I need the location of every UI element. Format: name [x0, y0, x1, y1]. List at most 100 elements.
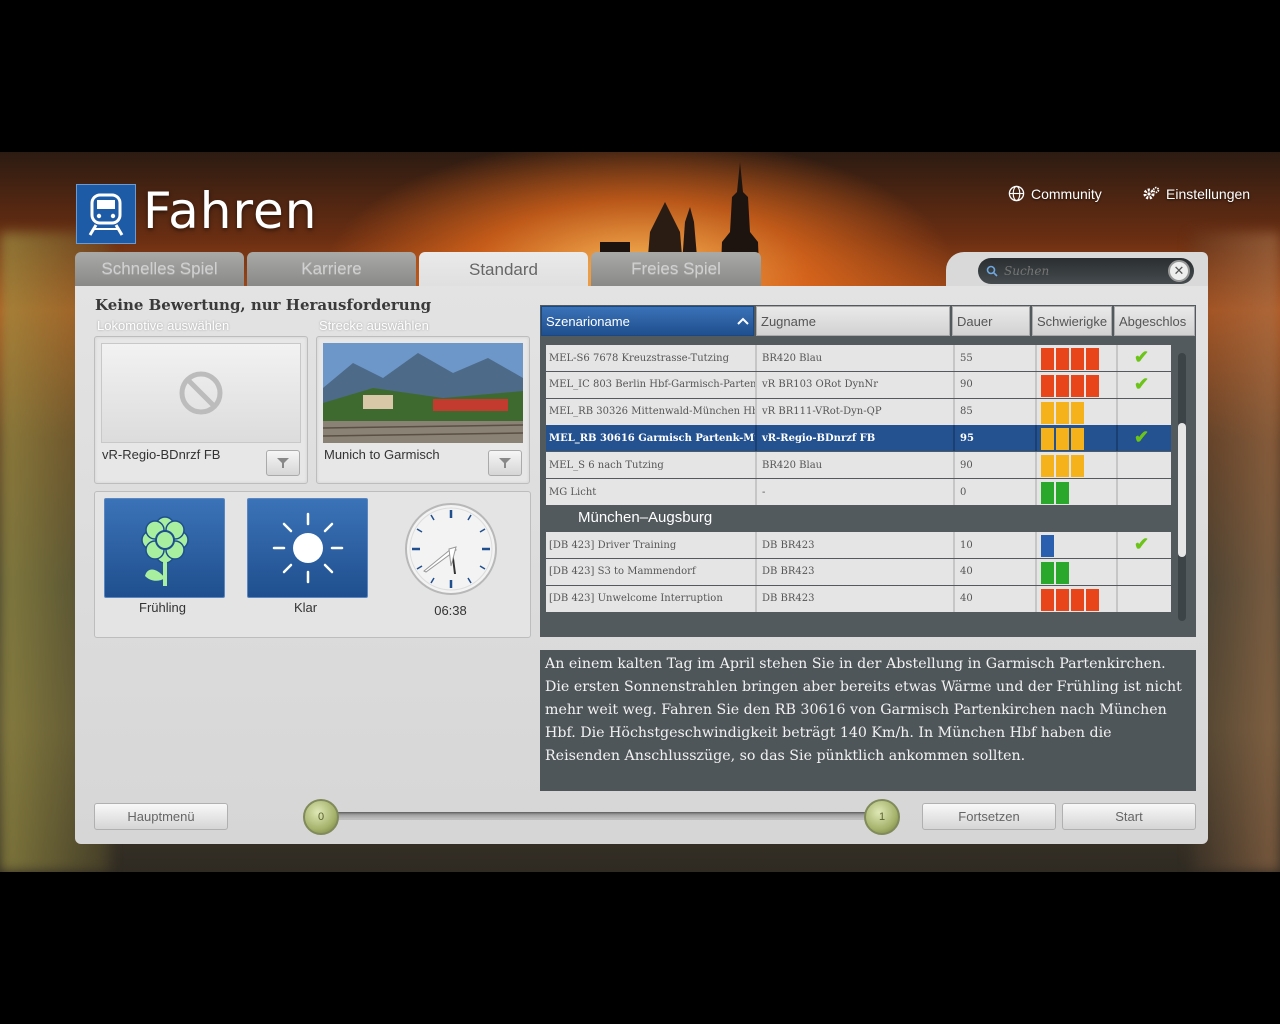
- slider-knob-max[interactable]: 1: [864, 799, 900, 835]
- cell-duration: 95: [957, 425, 1037, 452]
- tab-schnelles-spiel[interactable]: Schnelles Spiel: [75, 252, 244, 286]
- cell-train-name: DB BR423: [759, 585, 955, 612]
- globe-icon: [1008, 185, 1025, 202]
- cell-duration: 90: [957, 371, 1037, 398]
- route-selector[interactable]: Munich to Garmisch: [316, 336, 530, 484]
- main-menu-button[interactable]: Hauptmenü: [94, 803, 228, 830]
- filter-icon: [499, 458, 511, 468]
- table-row[interactable]: [DB 423] Driver Training DB BR423 10 ✔: [546, 532, 1171, 558]
- cell-duration: 0: [957, 479, 1037, 505]
- checkmark-icon: ✔: [1134, 427, 1150, 449]
- column-header-scenario[interactable]: Szenarioname: [541, 306, 754, 336]
- cell-duration: 85: [957, 398, 1037, 425]
- cell-difficulty: [1039, 585, 1118, 612]
- table-scrollbar[interactable]: [1178, 353, 1186, 621]
- continue-button[interactable]: Fortsetzen: [922, 803, 1056, 830]
- tab-standard[interactable]: Standard: [419, 252, 588, 288]
- cell-duration: 40: [957, 558, 1037, 585]
- cell-completed: [1120, 586, 1171, 612]
- difficulty-bar: [1056, 588, 1069, 611]
- cell-completed: ✔: [1120, 532, 1171, 558]
- difficulty-bar: [1056, 455, 1069, 478]
- section-heading: Keine Bewertung, nur Herausforderung: [95, 296, 432, 314]
- cell-train-name: -: [759, 479, 955, 505]
- table-row[interactable]: MEL_S 6 nach Tutzing BR420 Blau 90: [546, 452, 1171, 479]
- route-name: Munich to Garmisch: [324, 447, 440, 462]
- table-row[interactable]: [DB 423] S3 to Mammendorf DB BR423 40: [546, 558, 1171, 585]
- cell-difficulty: [1039, 425, 1118, 452]
- cell-difficulty: [1039, 479, 1118, 505]
- table-row[interactable]: MG Licht -0: [546, 479, 1171, 505]
- search-input[interactable]: [1004, 264, 1164, 278]
- gear-icon: [1143, 186, 1160, 200]
- scenario-description: An einem kalten Tag im April stehen Sie …: [540, 650, 1196, 791]
- table-row[interactable]: MEL-S6 7678 Kreuzstrasse-Tutzing BR420 Bl…: [546, 345, 1171, 371]
- cell-scenario-name: MEL_RB 30616 Garmisch Partenk-München: [546, 425, 757, 452]
- route-filter-button[interactable]: [488, 450, 522, 476]
- route-thumbnail: [323, 343, 523, 443]
- difficulty-bar: [1056, 561, 1069, 584]
- loco-selector[interactable]: vR-Regio-BDnrzf FB: [94, 336, 308, 484]
- tab-karriere[interactable]: Karriere: [247, 252, 416, 286]
- difficulty-bar: [1041, 535, 1054, 557]
- table-row[interactable]: MEL_RB 30616 Garmisch Partenk-MünchenvR-…: [546, 425, 1171, 452]
- difficulty-bar: [1086, 374, 1099, 397]
- settings-label: Einstellungen: [1166, 186, 1251, 202]
- difficulty-bar: [1056, 482, 1069, 504]
- difficulty-bar: [1071, 455, 1084, 478]
- group-header: München–Augsburg: [578, 509, 713, 526]
- search-icon: [986, 265, 998, 277]
- tab-freies-spiel[interactable]: Freies Spiel: [591, 252, 761, 286]
- search-field[interactable]: ✕: [978, 258, 1194, 284]
- difficulty-bar: [1041, 561, 1054, 584]
- time-clock[interactable]: [404, 502, 498, 596]
- difficulty-bar: [1086, 348, 1099, 370]
- community-link[interactable]: Community: [1008, 185, 1102, 202]
- difficulty-bar: [1041, 482, 1054, 504]
- column-header-label: Szenarioname: [546, 313, 630, 329]
- weather-button[interactable]: [247, 498, 368, 598]
- difficulty-bar: [1056, 348, 1069, 370]
- clock-icon: [405, 503, 497, 595]
- table-row[interactable]: [DB 423] Unwelcome Interruption DB BR423 4…: [546, 585, 1171, 612]
- difficulty-bar: [1071, 348, 1084, 370]
- checkmark-icon: ✔: [1134, 534, 1150, 555]
- filter-icon: [277, 458, 289, 468]
- difficulty-bar: [1071, 374, 1084, 397]
- loco-filter-button[interactable]: [266, 450, 300, 476]
- route-select-label: Strecke auswählen: [319, 318, 429, 333]
- cell-scenario-name: MEL-S6 7678 Kreuzstrasse-Tutzing: [546, 345, 757, 371]
- cell-duration: 55: [957, 345, 1037, 371]
- column-header-train[interactable]: Zugname: [756, 306, 950, 336]
- column-header-completed[interactable]: Abgeschlos: [1114, 306, 1195, 336]
- column-header-difficulty[interactable]: Schwierigke: [1032, 306, 1112, 336]
- cell-difficulty: [1039, 452, 1118, 479]
- page-title: Fahren: [143, 182, 318, 240]
- cell-completed: [1120, 559, 1171, 585]
- checkmark-icon: ✔: [1134, 373, 1150, 395]
- table-row[interactable]: MEL_RB 30326 Mittenwald-München Hbf vR BR…: [546, 398, 1171, 425]
- scrollbar-thumb[interactable]: [1178, 423, 1186, 557]
- settings-link[interactable]: Einstellungen: [1142, 185, 1250, 203]
- slider-track[interactable]: [320, 812, 885, 820]
- weather-label: Klar: [293, 600, 318, 615]
- table-row[interactable]: MEL_IC 803 Berlin Hbf-Garmisch-Partenkir…: [546, 371, 1171, 398]
- difficulty-bar: [1041, 401, 1054, 424]
- slider-knob-min[interactable]: 0: [303, 799, 339, 835]
- cell-duration: 90: [957, 452, 1037, 479]
- cell-completed: [1120, 399, 1171, 425]
- cell-scenario-name: [DB 423] Driver Training: [546, 532, 757, 558]
- difficulty-bar: [1041, 374, 1054, 397]
- cell-scenario-name: MG Licht: [546, 479, 757, 505]
- loco-name: vR-Regio-BDnrzf FB: [102, 447, 221, 462]
- cell-scenario-name: [DB 423] S3 to Mammendorf: [546, 558, 757, 585]
- cell-completed: ✔: [1120, 372, 1171, 398]
- difficulty-bar: [1056, 401, 1069, 424]
- cell-difficulty: [1039, 398, 1118, 425]
- season-button[interactable]: [104, 498, 225, 598]
- no-image-icon: [101, 343, 301, 443]
- start-button[interactable]: Start: [1062, 803, 1196, 830]
- clear-search-icon[interactable]: ✕: [1168, 260, 1190, 282]
- column-header-duration[interactable]: Dauer: [952, 306, 1030, 336]
- flower-icon: [140, 516, 189, 586]
